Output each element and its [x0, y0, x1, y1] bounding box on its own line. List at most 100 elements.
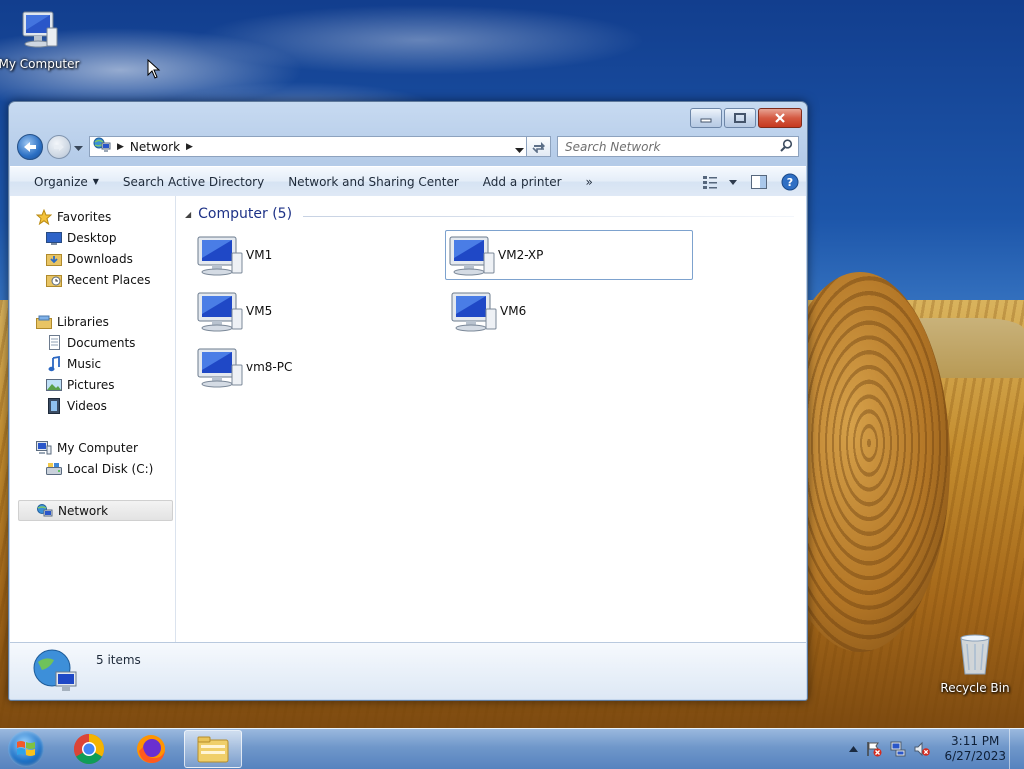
breadcrumb-separator-icon[interactable]: ▶ [186, 142, 193, 152]
pictures-icon [45, 377, 63, 393]
computer-item-vm8-pc[interactable]: vm8-PC [194, 342, 442, 392]
address-dropdown[interactable] [515, 143, 524, 157]
nav-item-pictures[interactable]: Pictures [45, 374, 115, 395]
search-box[interactable] [557, 136, 799, 157]
computer-item-vm5[interactable]: VM5 [194, 286, 442, 336]
network-computer-icon [194, 346, 246, 388]
taskbar: 3:11 PM 6/27/2023 [0, 728, 1024, 769]
close-button[interactable] [758, 108, 802, 128]
action-center-flag-icon[interactable] [866, 741, 882, 757]
network-sharing-center-button[interactable]: Network and Sharing Center [276, 167, 471, 196]
hard-drive-icon [45, 461, 63, 477]
minimize-button[interactable] [690, 108, 722, 128]
minimize-icon [700, 118, 712, 123]
organize-label: Organize [34, 174, 88, 189]
start-button[interactable] [8, 731, 44, 767]
network-icon [93, 137, 111, 156]
search-icon[interactable] [780, 138, 793, 155]
add-printer-button[interactable]: Add a printer [471, 167, 574, 196]
desktop-icon [45, 230, 63, 246]
volume-muted-icon[interactable] [914, 741, 931, 757]
window-body: Favorites Desktop Downloads Recent Place… [10, 196, 806, 642]
nav-item-favorites[interactable]: Favorites [35, 206, 111, 227]
film-strip-icon [45, 397, 63, 414]
chevron-down-icon [74, 146, 83, 151]
nav-item-videos[interactable]: Videos [45, 395, 107, 416]
nav-item-local-disk[interactable]: Local Disk (C:) [45, 458, 153, 479]
network-computer-icon [194, 234, 246, 276]
recent-places-icon [45, 272, 63, 288]
organize-button[interactable]: Organize ▼ [10, 167, 111, 196]
group-header-computer[interactable]: ◢ Computer (5) [185, 206, 292, 222]
help-button[interactable]: ? [774, 167, 806, 196]
nav-label: Local Disk (C:) [67, 461, 154, 476]
taskbar-chrome-button[interactable] [62, 730, 116, 768]
desktop-icon-my-computer[interactable]: My Computer [0, 8, 80, 71]
change-view-button[interactable] [696, 167, 744, 196]
network-icon [36, 503, 54, 519]
computer-icon [35, 440, 53, 456]
nav-item-music[interactable]: Music [45, 353, 101, 374]
nav-label: My Computer [57, 440, 138, 455]
computer-name: VM1 [246, 248, 273, 262]
nav-item-libraries[interactable]: Libraries [35, 311, 109, 332]
nav-label: Videos [67, 398, 107, 413]
view-tools: ? [696, 167, 806, 196]
recent-pages-dropdown[interactable] [74, 141, 83, 155]
computer-name: vm8-PC [246, 360, 293, 374]
forward-button[interactable] [47, 135, 71, 159]
computer-item-vm1[interactable]: VM1 [194, 230, 442, 280]
taskbar-explorer-button[interactable] [184, 730, 242, 768]
show-hidden-icons-button[interactable] [849, 746, 859, 752]
breadcrumb-network[interactable]: Network [130, 140, 180, 154]
network-computer-icon [446, 234, 498, 276]
restore-button[interactable] [724, 108, 756, 128]
command-bar: Organize ▼ Search Active Directory Netwo… [10, 166, 806, 197]
navigation-row: ▶ Network ▶ [17, 134, 799, 160]
help-icon: ? [781, 173, 799, 190]
arrow-left-icon [24, 142, 36, 152]
computer-name: VM2-XP [498, 248, 544, 262]
show-desktop-button[interactable] [1009, 729, 1024, 769]
clock[interactable]: 3:11 PM 6/27/2023 [944, 734, 1006, 764]
mouse-cursor-icon [147, 59, 161, 79]
nav-item-downloads[interactable]: Downloads [45, 248, 133, 269]
computer-icon [17, 8, 61, 55]
recycle-bin-icon [955, 632, 995, 679]
computer-item-vm2-xp[interactable]: VM2-XP [445, 230, 693, 280]
downloads-folder-icon [45, 251, 63, 267]
restore-icon [734, 113, 746, 123]
nav-item-my-computer[interactable]: My Computer [35, 437, 138, 458]
nav-item-network[interactable]: Network [18, 500, 173, 521]
computer-item-vm6[interactable]: VM6 [448, 286, 696, 336]
breadcrumb-separator-icon[interactable]: ▶ [117, 142, 124, 152]
desktop-icon-recycle-bin[interactable]: Recycle Bin [940, 632, 1010, 695]
nav-item-recent-places[interactable]: Recent Places [45, 269, 150, 290]
search-active-directory-button[interactable]: Search Active Directory [111, 167, 276, 196]
folder-icon [197, 736, 229, 763]
nav-item-documents[interactable]: Documents [45, 332, 135, 353]
back-button[interactable] [17, 134, 43, 160]
chevron-down-icon [515, 148, 524, 153]
nav-item-desktop[interactable]: Desktop [45, 227, 117, 248]
search-input[interactable] [558, 138, 780, 155]
star-icon [35, 208, 53, 225]
chevron-up-icon [849, 746, 859, 752]
details-pane: 5 items [10, 642, 806, 699]
nav-label: Downloads [67, 251, 133, 266]
more-commands-button[interactable]: » [574, 167, 605, 196]
preview-pane-button[interactable] [744, 167, 774, 196]
navigation-pane: Favorites Desktop Downloads Recent Place… [10, 196, 176, 642]
preview-pane-icon [751, 174, 767, 189]
content-pane: ◢ Computer (5) VM1 VM2-XP VM5 VM6 vm8-PC [176, 196, 806, 642]
desktop-icon-label: My Computer [0, 57, 80, 71]
taskbar-firefox-button[interactable] [124, 730, 178, 768]
nav-label: Music [67, 356, 102, 371]
svg-text:?: ? [787, 176, 793, 189]
address-bar[interactable]: ▶ Network ▶ [89, 136, 527, 157]
refresh-button[interactable] [527, 136, 551, 157]
network-computer-icon [194, 290, 246, 332]
network-status-icon[interactable] [890, 741, 906, 757]
nav-label: Recent Places [67, 272, 151, 287]
view-options-icon [703, 175, 737, 189]
